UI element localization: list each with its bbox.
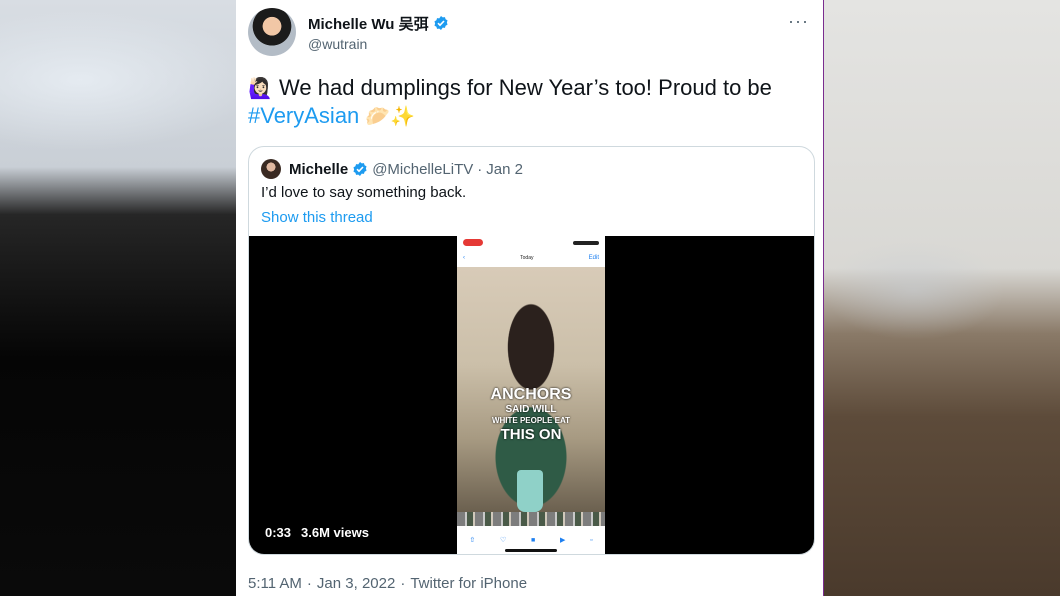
quoted-handle[interactable]: @MichelleLiTV [372,161,473,178]
hashtag-link[interactable]: #VeryAsian [248,103,359,128]
quoted-avatar[interactable] [261,159,281,179]
phone-nav-title: Today [520,255,534,261]
quoted-tweet[interactable]: Michelle @MichelleLiTV · Jan 2 I’d love … [248,146,815,555]
tweet-body: 🙋🏻‍♀️ We had dumplings for New Year’s to… [248,74,811,130]
quoted-separator: · [477,160,483,178]
trash-icon: ▫ [590,536,593,544]
thumbnail-strip [457,512,605,526]
phone-status-bar [457,236,605,249]
left-blurred-background [0,0,236,596]
more-options-button[interactable]: ··· [788,12,809,30]
phone-edit-label: Edit [588,255,599,261]
home-indicator [505,549,557,552]
verified-badge-icon [434,16,448,30]
video-duration: 0:33 [265,525,292,540]
signal-battery-icon [573,240,599,245]
overlay-line-4: THIS ON [500,426,562,443]
share-icon: ⇧ [469,537,476,544]
quoted-text: I’d love to say something back. [261,184,467,201]
overlay-line-1: ANCHORS [490,386,572,403]
quoted-date[interactable]: Jan 2 [486,161,523,178]
author-name-row: Michelle Wu 吴弭 [308,13,449,34]
video-views: 3.6M views [301,525,369,540]
verified-badge-icon [353,162,367,176]
author-block: Michelle Wu 吴弭 @wutrain [308,13,449,52]
tweet-time[interactable]: 5:11 AM [248,575,302,592]
quoted-display-name[interactable]: Michelle [289,161,348,178]
video-meta: 0:33 3.6M views [265,525,369,540]
info-icon: ■ [530,536,536,544]
right-blurred-background [823,0,1060,596]
cup-image [517,470,543,512]
video-photo: ANCHORS SAID WILL WHITE PEOPLE EAT THIS … [457,267,605,512]
phone-nav-bar: ‹ Today Edit [457,249,605,267]
profile-avatar[interactable] [248,8,296,56]
tweet-card: Michelle Wu 吴弭 @wutrain ··· 🙋🏻‍♀️ We had… [236,0,823,596]
recording-indicator-icon [463,239,483,246]
video-frame-phone-screen: ‹ Today Edit ANCHORS SAID WILL WHITE PEO… [457,236,605,554]
quoted-tweet-header: Michelle @MichelleLiTV · Jan 2 [249,147,814,179]
author-display-name[interactable]: Michelle Wu 吴弭 [308,13,429,34]
footer-separator: · [400,575,406,592]
tweet-client[interactable]: Twitter for iPhone [410,575,527,592]
tweet-date[interactable]: Jan 3, 2022 [317,575,395,592]
show-thread-link[interactable]: Show this thread [249,203,814,236]
tweet-footer: 5:11 AM · Jan 3, 2022 · Twitter for iPho… [248,575,811,592]
back-chevron-icon: ‹ [463,255,465,261]
raising-hand-emoji-icon: 🙋🏻‍♀️ [248,76,273,100]
tweet-text: We had dumplings for New Year’s too! Pro… [279,75,772,100]
sound-icon: ▶ [559,537,566,544]
overlay-line-2: SAID WILL [505,404,557,415]
footer-separator: · [306,575,312,592]
author-handle[interactable]: @wutrain [308,36,449,52]
video-player[interactable]: ‹ Today Edit ANCHORS SAID WILL WHITE PEO… [249,236,814,554]
overlay-line-3: WHITE PEOPLE EAT [491,416,571,425]
heart-icon: ♡ [499,537,507,544]
dumpling-sparkles-emoji-icon: 🥟✨ [365,104,416,128]
tweet-header: Michelle Wu 吴弭 @wutrain ··· [248,8,811,56]
